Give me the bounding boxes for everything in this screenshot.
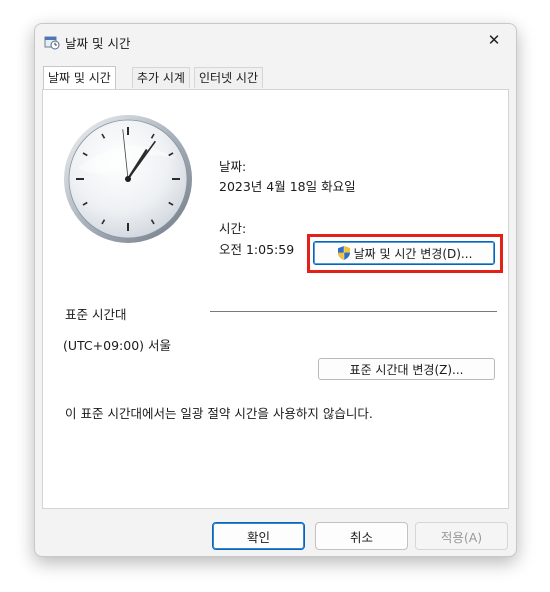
window-title: 날짜 및 시간: [65, 36, 131, 51]
tab-panel: 날짜: 2023년 4월 18일 화요일 시간: 오전 1:05:59 날짜 및…: [42, 89, 509, 509]
apply-label: 적용(A): [440, 529, 483, 545]
change-date-time-button[interactable]: 날짜 및 시간 변경(D)...: [313, 241, 495, 265]
tab-additional-clocks[interactable]: 추가 시계: [132, 67, 190, 88]
close-icon: ✕: [487, 31, 501, 49]
analog-clock: [64, 115, 192, 243]
ok-button[interactable]: 확인: [212, 522, 305, 550]
ok-label: 확인: [246, 529, 270, 545]
tab-date-time[interactable]: 날짜 및 시간: [43, 66, 116, 89]
timezone-value: (UTC+09:00) 서울: [63, 338, 172, 353]
change-date-time-label: 날짜 및 시간 변경(D)...: [353, 246, 473, 261]
time-label: 시간:: [219, 221, 247, 236]
date-label: 날짜:: [219, 159, 247, 174]
time-value: 오전 1:05:59: [219, 242, 295, 257]
apply-button: 적용(A): [415, 522, 508, 550]
timezone-section-label: 표준 시간대: [65, 307, 127, 322]
tab-internet-time[interactable]: 인터넷 시간: [194, 67, 264, 88]
dst-note: 이 표준 시간대에서는 일광 절약 시간을 사용하지 않습니다.: [65, 406, 373, 421]
change-timezone-label: 표준 시간대 변경(Z)...: [349, 362, 464, 377]
title-bar: 날짜 및 시간 ✕: [35, 24, 516, 58]
date-value: 2023년 4월 18일 화요일: [219, 179, 356, 194]
timezone-separator: [210, 311, 497, 312]
cancel-label: 취소: [349, 529, 373, 545]
change-timezone-button[interactable]: 표준 시간대 변경(Z)...: [318, 358, 495, 380]
uac-shield-icon: [337, 246, 350, 260]
close-button[interactable]: ✕: [472, 24, 516, 56]
date-time-dialog: 날짜 및 시간 ✕ 날짜 및 시간 추가 시계 인터넷 시간 날짜: 2023년…: [34, 23, 517, 557]
clock-center: [125, 176, 131, 182]
calendar-clock-icon: [44, 36, 60, 50]
cancel-button[interactable]: 취소: [315, 522, 408, 550]
